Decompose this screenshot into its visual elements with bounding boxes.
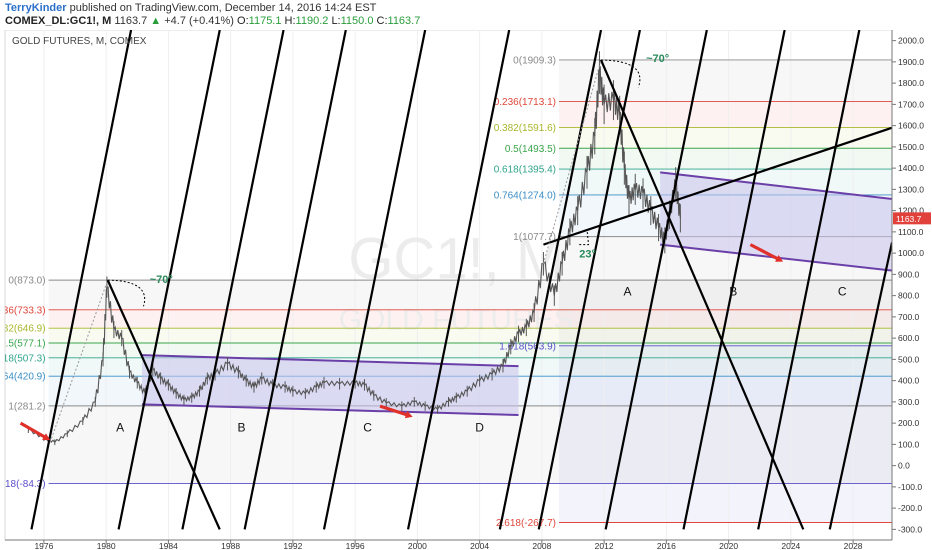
section-label: B — [238, 421, 246, 435]
fib_levels-label: 0.618(507.3) — [0, 353, 46, 364]
y-tick-label: 1900.0 — [898, 57, 924, 67]
y-tick-label: 1000.0 — [898, 248, 924, 258]
author-link[interactable]: TerryKinder — [5, 2, 67, 14]
section-label: C — [838, 285, 847, 299]
y-tick-label: 400.0 — [898, 376, 920, 386]
y-tick-label: 1400.0 — [898, 163, 924, 173]
watermark-name: GOLD FUTURES — [339, 304, 574, 337]
y-tick-label: 1800.0 — [898, 78, 924, 88]
x-tick-label: 2000 — [408, 541, 427, 550]
x-tick-label: 2024 — [781, 541, 800, 550]
y-tick-label: 1500.0 — [898, 142, 924, 152]
close-value: 1163.7 — [387, 15, 421, 27]
fib_levels-label: 1(281.2) — [8, 401, 45, 412]
angle-label: ~70° — [150, 274, 173, 286]
section-label: A — [623, 285, 631, 299]
fib_levels_2-label: 0.5(1493.5) — [505, 144, 556, 155]
x-tick-label: 1980 — [97, 541, 116, 550]
section-label: C — [363, 421, 372, 435]
y-tick-label: -200.0 — [898, 503, 922, 513]
y-tick-label: -100.0 — [898, 482, 922, 492]
y-tick-label: 1300.0 — [898, 184, 924, 194]
last-price-label: 1163.7 — [896, 214, 922, 224]
y-tick-label: 300.0 — [898, 397, 920, 407]
x-tick-label: 2012 — [595, 541, 614, 550]
price-chart[interactable]: GC1!, M GOLD FUTURES 0(873.0)0.236(733.3… — [0, 30, 932, 550]
section-label: A — [116, 421, 124, 435]
x-tick-label: 1996 — [346, 541, 365, 550]
x-tick-label: 1988 — [221, 541, 240, 550]
low-label: L: — [331, 15, 341, 27]
angle-label: 23° — [579, 248, 596, 260]
y-tick-label: 600.0 — [898, 333, 920, 343]
fib_levels-label: 0.5(577.1) — [0, 338, 46, 349]
fib_levels_2-label: 0.618(1395.4) — [494, 165, 556, 176]
chart-header: TerryKinder published on TradingView.com… — [0, 0, 932, 30]
x-tick-label: 2016 — [657, 541, 676, 550]
y-tick-label: -300.0 — [898, 524, 922, 534]
section-label: B — [729, 285, 737, 299]
fib_levels_2-label: 0.236(1713.1) — [494, 97, 556, 108]
x-tick-label: 1992 — [283, 541, 302, 550]
symbol-name: COMEX_DL:GC1!, M — [5, 15, 112, 27]
chart-title: GOLD FUTURES, M, COMEX — [12, 36, 147, 47]
symbol-info: COMEX_DL:GC1!, M 1163.7 ▲ +4.7 (+0.41%) … — [5, 15, 420, 28]
fib-2-band — [558, 148, 892, 170]
x-tick-label: 1976 — [34, 541, 53, 550]
y-tick-label: 2000.0 — [898, 36, 924, 46]
fib_levels-label: 0.236(733.3) — [0, 305, 46, 316]
y-tick-label: 100.0 — [898, 439, 920, 449]
y-tick-label: 200.0 — [898, 418, 920, 428]
fib_levels-label: 0.382(646.9) — [0, 324, 46, 335]
x-tick-label: 2008 — [532, 541, 551, 550]
section-label: D — [475, 421, 484, 435]
y-tick-label: 1100.0 — [898, 227, 924, 237]
fib_levels-label: 0(873.0) — [8, 276, 45, 287]
price-change: +4.7 (+0.41%) — [164, 15, 234, 27]
fib_levels_2-label: 0(1909.3) — [513, 55, 556, 66]
close-label: C: — [376, 15, 388, 27]
x-tick-label: 2020 — [719, 541, 738, 550]
open-value: 1175.1 — [248, 15, 282, 27]
y-tick-label: 700.0 — [898, 312, 920, 322]
x-tick-label: 2004 — [470, 541, 489, 550]
low-value: 1150.0 — [340, 15, 374, 27]
y-tick-label: 1700.0 — [898, 99, 924, 109]
y-tick-label: 0.0 — [898, 461, 910, 471]
fib-2-band — [558, 345, 892, 523]
publish-info: TerryKinder published on TradingView.com… — [5, 2, 376, 15]
fib_levels_2-label: 0.764(1274.0) — [494, 190, 556, 201]
angle-label: ~70° — [646, 53, 669, 65]
x-tick-label: 2028 — [844, 541, 863, 550]
y-tick-label: 500.0 — [898, 354, 920, 364]
fib_levels_2-label: 0.382(1591.6) — [494, 123, 556, 134]
x-tick-label: 1984 — [159, 541, 178, 550]
high-label: H: — [284, 15, 296, 27]
publish-text: published on TradingView.com, December 1… — [69, 2, 377, 14]
fib_levels_2-label: 2.618(-267.7) — [496, 518, 556, 529]
fib_levels_2-label: 1.618(563.9) — [499, 341, 556, 352]
last-price: 1163.7 — [114, 15, 148, 27]
high-value: 1190.2 — [295, 15, 329, 27]
y-tick-label: 800.0 — [898, 291, 920, 301]
fib_levels-label: 0.764(420.9) — [0, 372, 46, 383]
up-arrow-icon: ▲ — [150, 15, 162, 27]
y-tick-label: 900.0 — [898, 269, 920, 279]
open-label: O: — [237, 15, 249, 27]
y-tick-label: 1600.0 — [898, 121, 924, 131]
